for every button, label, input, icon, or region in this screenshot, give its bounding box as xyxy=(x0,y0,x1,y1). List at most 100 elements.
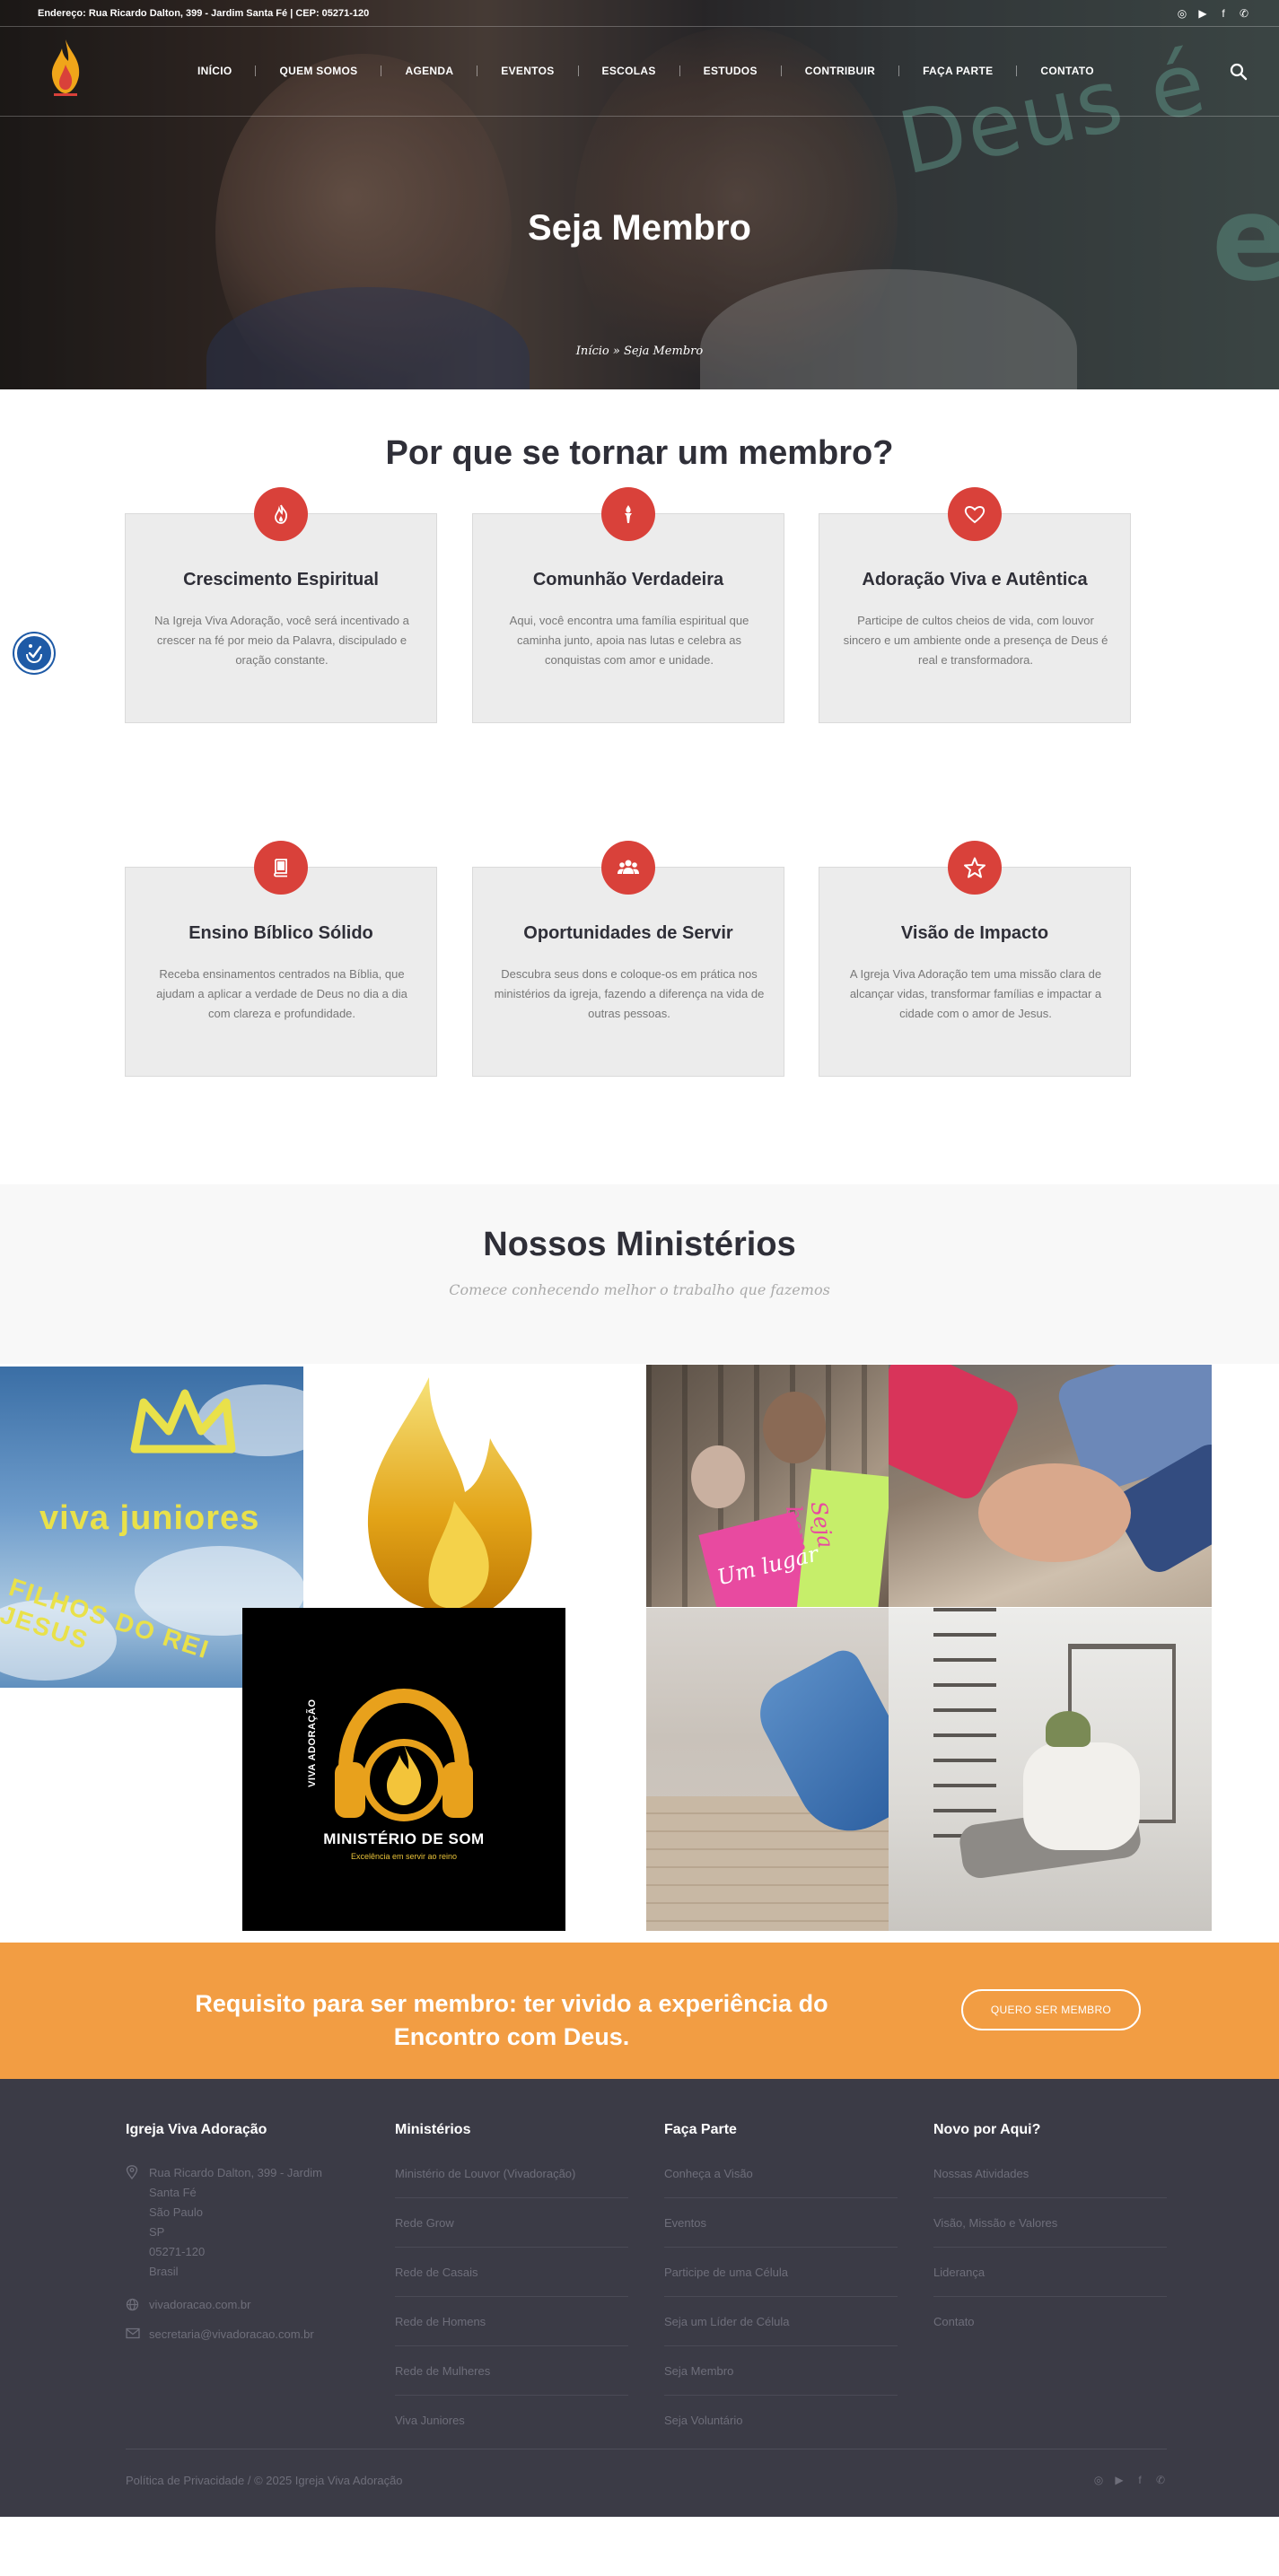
footer-copyright[interactable]: Política de Privacidade / © 2025 Igreja … xyxy=(126,2474,403,2487)
footer-column-title: Igreja Viva Adoração xyxy=(126,2122,267,2137)
website-text: vivadoracao.com.br xyxy=(149,2298,251,2311)
footer-link-list: Nossas Atividades Visão, Missão e Valore… xyxy=(933,2163,1167,2346)
footer-link[interactable]: Ministério de Louvor (Vivadoração) xyxy=(395,2163,628,2198)
benefit-card: Oportunidades de Servir Descubra seus do… xyxy=(472,841,784,1077)
address-line: Santa Fé xyxy=(149,2186,197,2199)
fire-icon xyxy=(254,487,308,541)
som-vertical-label: VIVA ADORAÇÃO xyxy=(307,1698,318,1787)
footer-social: ◎ ▶ f ✆ xyxy=(1092,2474,1167,2486)
footer-link[interactable]: Visão, Missão e Valores xyxy=(933,2213,1167,2248)
nav-inicio[interactable]: INÍCIO xyxy=(197,65,232,77)
footer-link[interactable]: Rede de Casais xyxy=(395,2262,628,2297)
footer-link[interactable]: Liderança xyxy=(933,2262,1167,2297)
become-member-button[interactable]: QUERO SER MEMBRO xyxy=(961,1989,1141,2030)
footer-column-faca-parte: Faça Parte Conheça a Visão Eventos Parti… xyxy=(664,2122,898,2459)
nav-contato[interactable]: CONTATO xyxy=(1040,65,1093,77)
footer-address: Rua Ricardo Dalton, 399 - Jardim Santa F… xyxy=(126,2163,359,2282)
address-line: São Paulo xyxy=(149,2205,203,2219)
photo-stairs xyxy=(933,1608,996,1841)
flame-logo-icon xyxy=(367,1377,532,1609)
photo-hands xyxy=(978,1463,1131,1562)
main-nav: INÍCIO QUEM SOMOS AGENDA EVENTOS ESCOLAS… xyxy=(197,65,1094,77)
photo-person xyxy=(691,1445,745,1508)
breadcrumb-current: Seja Membro xyxy=(623,345,704,358)
page: Deus é e Endereço: Rua Ricardo Dalton, 3… xyxy=(0,0,1279,2576)
footer-column-title: Novo por Aqui? xyxy=(933,2122,1041,2137)
email-text: secretaria@vivadoracao.com.br xyxy=(149,2327,314,2341)
breadcrumb-separator: » xyxy=(612,345,620,358)
footer-link[interactable]: Participe de uma Célula xyxy=(664,2262,898,2297)
footer-link[interactable]: Rede Grow xyxy=(395,2213,628,2248)
nav-quem-somos[interactable]: QUEM SOMOS xyxy=(279,65,357,77)
nav-estudos[interactable]: ESTUDOS xyxy=(704,65,758,77)
footer-link[interactable]: Seja um Líder de Célula xyxy=(664,2311,898,2346)
nav-contribuir[interactable]: CONTRIBUIR xyxy=(805,65,875,77)
facebook-icon[interactable]: f xyxy=(1217,7,1230,20)
footer-link-list: Ministério de Louvor (Vivadoração) Rede … xyxy=(395,2163,628,2445)
footer-website[interactable]: vivadoracao.com.br xyxy=(126,2298,359,2311)
footer-link[interactable]: Conheça a Visão xyxy=(664,2163,898,2198)
benefit-card: Visão de Impacto A Igreja Viva Adoração … xyxy=(819,841,1131,1077)
nav-faca-parte[interactable]: FAÇA PARTE xyxy=(923,65,993,77)
mail-icon xyxy=(126,2327,140,2339)
photo-sign-text: Seja bem xyxy=(780,1499,839,1555)
nav-separator xyxy=(898,65,900,76)
ministry-tile-photo-volunteer[interactable] xyxy=(889,1608,1212,1931)
footer-link[interactable]: Seja Voluntário xyxy=(664,2410,898,2445)
footer-column-church: Igreja Viva Adoração Rua Ricardo Dalton,… xyxy=(126,2122,359,2341)
church-logo[interactable] xyxy=(45,38,86,99)
footer-link[interactable]: Rede de Homens xyxy=(395,2311,628,2346)
site-footer: Igreja Viva Adoração Rua Ricardo Dalton,… xyxy=(0,2079,1279,2517)
footer-email[interactable]: secretaria@vivadoracao.com.br xyxy=(126,2327,359,2341)
youtube-icon[interactable]: ▶ xyxy=(1196,7,1209,20)
ministry-tile-ministerio-de-som[interactable]: VIVA ADORAÇÃO MINISTÉRIO DE SOM Excelênc… xyxy=(242,1608,565,1931)
address-line: 05271-120 xyxy=(149,2245,206,2258)
headphones-icon xyxy=(335,1688,473,1821)
footer-column-novo-por-aqui: Novo por Aqui? Nossas Atividades Visão, … xyxy=(933,2122,1167,2361)
book-icon xyxy=(254,841,308,895)
footer-link[interactable]: Viva Juniores xyxy=(395,2410,628,2445)
footer-link[interactable]: Nossas Atividades xyxy=(933,2163,1167,2198)
whatsapp-icon[interactable]: ✆ xyxy=(1238,7,1250,20)
benefit-text: Receba ensinamentos centrados na Bíblia,… xyxy=(156,967,407,1020)
benefit-title: Ensino Bíblico Sólido xyxy=(188,923,373,943)
nav-separator xyxy=(255,65,257,76)
nav-separator xyxy=(679,65,680,76)
page-title: Seja Membro xyxy=(528,208,751,248)
ministry-tile-photo-cleaning[interactable] xyxy=(646,1608,889,1931)
photo-person-cap xyxy=(1046,1711,1091,1747)
footer-column-title: Ministérios xyxy=(395,2122,471,2137)
ministry-tile-photo-welcome[interactable]: Um lugar Seja bem xyxy=(646,1365,889,1607)
map-pin-icon xyxy=(126,2165,138,2179)
benefit-card: Crescimento Espiritual Na Igreja Viva Ad… xyxy=(125,487,437,723)
hero-banner: Deus é e Endereço: Rua Ricardo Dalton, 3… xyxy=(0,0,1279,389)
why-section-title: Por que se tornar um membro? xyxy=(385,434,894,472)
benefit-text: Participe de cultos cheios de vida, com … xyxy=(843,614,1108,667)
footer-column-title: Faça Parte xyxy=(664,2122,737,2137)
youtube-icon[interactable]: ▶ xyxy=(1113,2474,1126,2486)
benefit-title: Visão de Impacto xyxy=(900,923,1049,943)
star-icon xyxy=(948,841,1002,895)
benefit-text: Descubra seus dons e coloque-os em práti… xyxy=(494,967,765,1020)
ministry-tile-flame-logo[interactable] xyxy=(303,1367,564,1609)
globe-icon xyxy=(126,2298,139,2311)
benefit-card: Adoração Viva e Autêntica Participe de c… xyxy=(819,487,1131,723)
footer-link[interactable]: Rede de Mulheres xyxy=(395,2361,628,2396)
footer-link[interactable]: Eventos xyxy=(664,2213,898,2248)
nav-eventos[interactable]: EVENTOS xyxy=(501,65,554,77)
footer-link[interactable]: Contato xyxy=(933,2311,1167,2346)
ministries-title: Nossos Ministérios xyxy=(483,1226,796,1263)
facebook-icon[interactable]: f xyxy=(1134,2474,1146,2486)
nav-agenda[interactable]: AGENDA xyxy=(405,65,453,77)
ministry-tile-photo-hands[interactable] xyxy=(889,1365,1212,1607)
footer-link[interactable]: Seja Membro xyxy=(664,2361,898,2396)
search-icon[interactable] xyxy=(1230,63,1248,81)
nav-escolas[interactable]: ESCOLAS xyxy=(602,65,656,77)
instagram-icon[interactable]: ◎ xyxy=(1176,7,1188,20)
accessibility-button[interactable] xyxy=(14,633,54,673)
users-icon xyxy=(601,841,655,895)
instagram-icon[interactable]: ◎ xyxy=(1092,2474,1105,2486)
breadcrumb-home[interactable]: Início xyxy=(576,345,609,358)
whatsapp-icon[interactable]: ✆ xyxy=(1154,2474,1167,2486)
heart-icon xyxy=(948,487,1002,541)
